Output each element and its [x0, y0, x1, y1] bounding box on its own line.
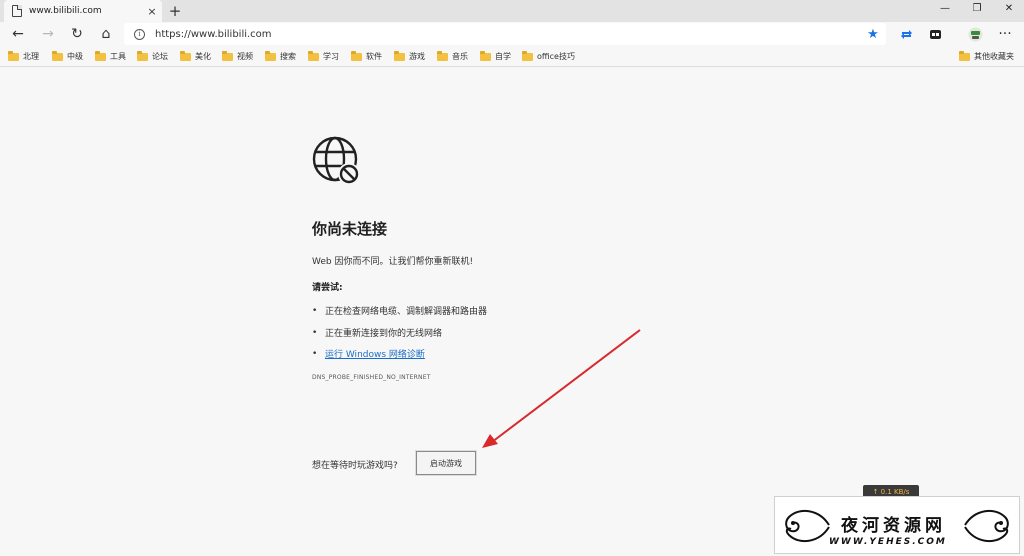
info-icon[interactable]: i: [134, 28, 145, 40]
bookmark-folder[interactable]: 北理: [8, 50, 39, 63]
page-icon: [12, 5, 22, 17]
start-game-button[interactable]: 启动游戏: [416, 451, 476, 475]
bullet: •: [312, 327, 318, 338]
other-bookmarks-folder[interactable]: 其他收藏夹: [959, 50, 1014, 63]
bullet: •: [312, 348, 318, 359]
folder-icon: [52, 50, 63, 61]
list-item: • 正在重新连接到你的无线网络: [312, 327, 443, 340]
bookmark-folder[interactable]: 游戏: [394, 50, 425, 63]
watermark-title: 夜河资源网: [841, 516, 946, 536]
bookmark-folder[interactable]: 自学: [480, 50, 511, 63]
minimize-button[interactable]: —: [928, 0, 962, 16]
tab-bar: www.bilibili.com × + — ❐ ✕: [0, 0, 1024, 22]
star-icon[interactable]: ★: [864, 27, 882, 42]
folder-icon: [95, 50, 106, 61]
globe-blocked-icon: [312, 136, 360, 185]
back-button[interactable]: ←: [8, 24, 28, 44]
folder-icon: [959, 50, 970, 61]
bookmark-folder[interactable]: 论坛: [137, 50, 168, 63]
folder-icon: [480, 50, 491, 61]
close-icon[interactable]: ×: [144, 3, 160, 19]
new-tab-button[interactable]: +: [166, 2, 184, 20]
url-text[interactable]: https://www.bilibili.com: [155, 29, 864, 40]
tab-title: www.bilibili.com: [29, 6, 102, 16]
bookmark-folder[interactable]: 中级: [52, 50, 83, 63]
collections-icon[interactable]: [898, 26, 914, 42]
network-diagnostics-link[interactable]: 运行 Windows 网络诊断: [325, 347, 425, 360]
error-code: DNS_PROBE_FINISHED_NO_INTERNET: [312, 374, 431, 381]
toolbar: ← → ↻ ⌂ i https://www.bilibili.com ★ ···: [0, 22, 1024, 46]
home-button[interactable]: ⌂: [96, 24, 116, 44]
suggestions-heading: 请尝试:: [312, 283, 343, 293]
bookmark-folder[interactable]: 美化: [180, 50, 211, 63]
folder-icon: [308, 50, 319, 61]
bookmarks-bar: 北理 中级 工具 论坛 美化 视频 搜索 学习 软件 游戏 音乐 自学 offi…: [0, 46, 1024, 67]
ornament-right-icon: [964, 509, 1009, 543]
more-menu-button[interactable]: ···: [995, 24, 1015, 44]
bookmark-folder[interactable]: 软件: [351, 50, 382, 63]
folder-icon: [265, 50, 276, 61]
close-window-button[interactable]: ✕: [992, 0, 1024, 16]
maximize-button[interactable]: ❐: [960, 0, 994, 16]
folder-icon: [8, 50, 19, 61]
ornament-left-icon: [785, 509, 830, 543]
folder-icon: [222, 50, 233, 61]
bookmark-folder[interactable]: 工具: [95, 50, 126, 63]
folder-icon: [351, 50, 362, 61]
forward-button[interactable]: →: [38, 24, 58, 44]
bookmark-folder[interactable]: 视频: [222, 50, 253, 63]
profile-avatar-icon[interactable]: [967, 26, 983, 42]
folder-icon: [522, 50, 533, 61]
watermark: 夜河资源网 WWW.YEHES.COM: [774, 496, 1020, 554]
folder-icon: [437, 50, 448, 61]
tab-bilibili[interactable]: www.bilibili.com ×: [4, 0, 162, 22]
address-bar[interactable]: i https://www.bilibili.com ★: [124, 23, 886, 45]
page-title: 你尚未连接: [312, 220, 388, 238]
watermark-url: WWW.YEHES.COM: [829, 537, 947, 547]
reload-button[interactable]: ↻: [67, 24, 87, 44]
folder-icon: [180, 50, 191, 61]
extension-icon[interactable]: [927, 26, 943, 42]
error-description: Web 因你而不同。让我们帮你重新联机!: [312, 257, 474, 267]
bullet: •: [312, 305, 318, 316]
list-item: • 运行 Windows 网络诊断: [312, 347, 425, 361]
bookmark-folder[interactable]: office技巧: [522, 50, 575, 63]
folder-icon: [137, 50, 148, 61]
folder-icon: [394, 50, 405, 61]
bookmark-folder[interactable]: 搜索: [265, 50, 296, 63]
annotation-arrow: [482, 329, 641, 448]
bookmark-folder[interactable]: 学习: [308, 50, 339, 63]
list-item: • 正在检查网络电缆、调制解调器和路由器: [312, 305, 488, 318]
game-prompt: 想在等待时玩游戏吗?: [312, 461, 398, 471]
bookmark-folder[interactable]: 音乐: [437, 50, 468, 63]
